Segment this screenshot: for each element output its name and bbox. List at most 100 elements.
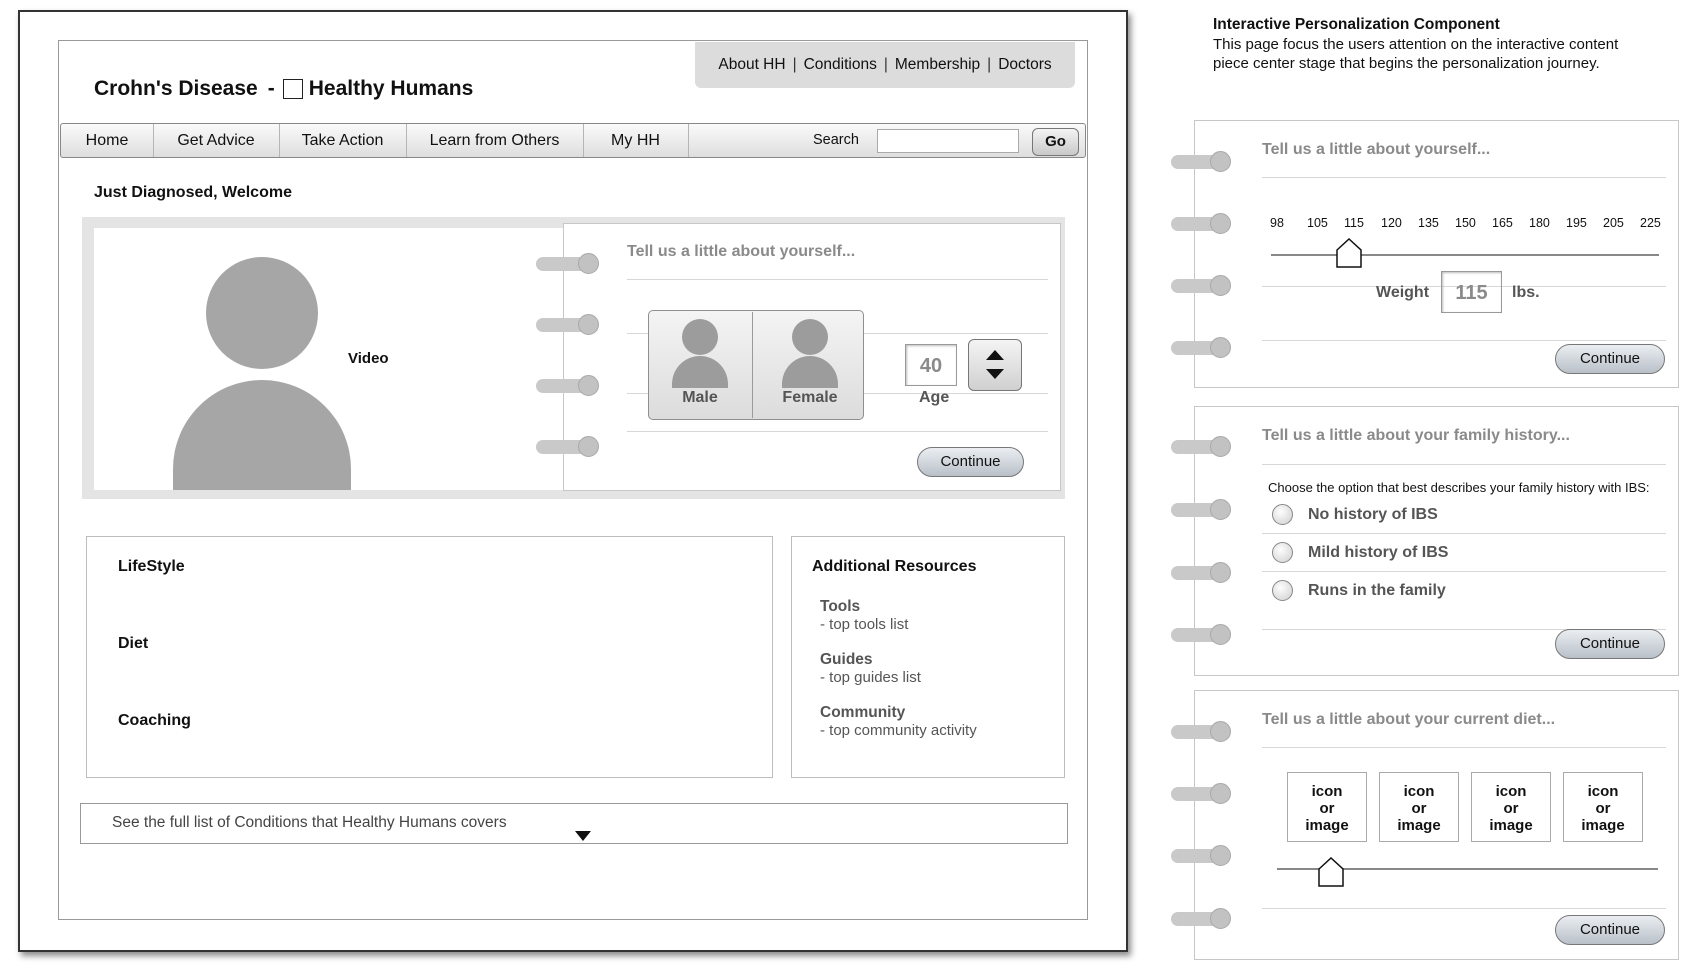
binder-ring-dot bbox=[1210, 845, 1231, 866]
resource-guides[interactable]: Guides bbox=[820, 651, 873, 669]
diet-option-text: image bbox=[1305, 817, 1349, 834]
top-nav-membership[interactable]: Membership bbox=[895, 56, 980, 74]
card-divider bbox=[1262, 533, 1666, 534]
male-option[interactable]: Male bbox=[650, 312, 751, 418]
male-person-body bbox=[672, 356, 728, 388]
weight-continue-button[interactable]: Continue bbox=[1555, 344, 1665, 374]
resource-community[interactable]: Community bbox=[820, 704, 905, 722]
weight-value-field[interactable]: 115 bbox=[1441, 271, 1502, 313]
diet-option-text: icon bbox=[1403, 783, 1435, 800]
top-nav-about[interactable]: About HH bbox=[718, 56, 785, 74]
nav-separator: | bbox=[792, 56, 797, 73]
family-prompt: Choose the option that best describes yo… bbox=[1268, 480, 1650, 495]
resource-community-sub[interactable]: - top community activity bbox=[820, 722, 977, 739]
radio-runs-in-family[interactable] bbox=[1272, 580, 1293, 601]
conditions-dropdown[interactable]: See the full list of Conditions that Hea… bbox=[80, 803, 1068, 844]
title-separator: - bbox=[267, 77, 275, 100]
section-lifestyle[interactable]: LifeStyle bbox=[118, 558, 185, 576]
about-card-title: Tell us a little about yourself... bbox=[627, 243, 856, 260]
card-divider bbox=[1262, 340, 1666, 341]
family-continue-button[interactable]: Continue bbox=[1555, 629, 1665, 659]
weight-slider-track[interactable] bbox=[1271, 254, 1659, 256]
weight-scale-tick-label: 205 bbox=[1603, 216, 1624, 230]
radio-no-history[interactable] bbox=[1272, 504, 1293, 525]
diet-option-text: image bbox=[1581, 817, 1625, 834]
arrow-up-icon[interactable] bbox=[986, 350, 1004, 360]
conditions-dropdown-label: See the full list of Conditions that Hea… bbox=[112, 814, 507, 831]
weight-card-title: Tell us a little about yourself... bbox=[1262, 141, 1491, 158]
main-nav: Home Get Advice Take Action Learn from O… bbox=[60, 123, 1086, 158]
avatar-placeholder-head bbox=[206, 257, 318, 369]
weight-scale-tick-label: 180 bbox=[1529, 216, 1550, 230]
nav-take-action[interactable]: Take Action bbox=[279, 124, 407, 157]
option-runs-in-family[interactable]: Runs in the family bbox=[1308, 582, 1446, 600]
section-coaching[interactable]: Coaching bbox=[118, 712, 191, 730]
binder-ring-dot bbox=[1210, 151, 1231, 172]
binder-ring-dot bbox=[1210, 908, 1231, 929]
diet-option-text: or bbox=[1319, 800, 1335, 817]
section-diet[interactable]: Diet bbox=[118, 635, 148, 653]
weight-label: Weight bbox=[1376, 284, 1430, 301]
resources-title: Additional Resources bbox=[812, 558, 977, 575]
nav-get-advice[interactable]: Get Advice bbox=[153, 124, 280, 157]
binder-ring-dot bbox=[578, 314, 599, 335]
caret-down-icon[interactable] bbox=[575, 831, 591, 841]
weight-scale-tick-label: 98 bbox=[1270, 216, 1284, 230]
weight-unit: lbs. bbox=[1512, 284, 1540, 301]
diet-option-text: image bbox=[1489, 817, 1533, 834]
binder-ring-dot bbox=[1210, 624, 1231, 645]
weight-scale-labels: 98 105 115 120 135 150 165 180 195 205 225 bbox=[1270, 216, 1661, 234]
male-person-icon bbox=[682, 319, 718, 355]
brand-name: Healthy Humans bbox=[308, 77, 474, 100]
resource-tools[interactable]: Tools bbox=[820, 598, 860, 616]
weight-scale-tick-label: 115 bbox=[1344, 216, 1364, 230]
age-label: Age bbox=[919, 389, 950, 406]
option-mild-history[interactable]: Mild history of IBS bbox=[1308, 544, 1448, 562]
nav-home[interactable]: Home bbox=[61, 124, 154, 157]
continue-button[interactable]: Continue bbox=[917, 447, 1024, 477]
weight-slider-thumb[interactable] bbox=[1336, 237, 1362, 273]
diet-option-text: icon bbox=[1587, 783, 1619, 800]
diet-option-text: icon bbox=[1495, 783, 1527, 800]
diet-slider-thumb[interactable] bbox=[1318, 856, 1344, 892]
search-label: Search bbox=[813, 132, 859, 148]
arrow-down-icon[interactable] bbox=[986, 369, 1004, 379]
weight-scale-tick-label: 150 bbox=[1455, 216, 1476, 230]
welcome-heading: Just Diagnosed, Welcome bbox=[94, 184, 292, 201]
option-no-history[interactable]: No history of IBS bbox=[1308, 506, 1438, 524]
resource-tools-sub[interactable]: - top tools list bbox=[820, 616, 908, 633]
diet-option-2[interactable]: icon or image bbox=[1379, 772, 1459, 842]
card-divider bbox=[1262, 177, 1666, 178]
radio-mild-history[interactable] bbox=[1272, 542, 1293, 563]
nav-my-hh[interactable]: My HH bbox=[583, 124, 689, 157]
binder-ring-dot bbox=[1210, 275, 1231, 296]
card-divider bbox=[627, 279, 1048, 280]
age-field[interactable]: 40 bbox=[905, 344, 957, 386]
female-option[interactable]: Female bbox=[754, 312, 862, 418]
card-divider bbox=[1262, 908, 1666, 909]
diet-option-text: or bbox=[1595, 800, 1611, 817]
weight-scale-tick-label: 225 bbox=[1640, 216, 1661, 230]
diet-option-text: icon bbox=[1311, 783, 1343, 800]
go-button[interactable]: Go bbox=[1032, 128, 1079, 156]
diet-option-4[interactable]: icon or image bbox=[1563, 772, 1643, 842]
diet-option-1[interactable]: icon or image bbox=[1287, 772, 1367, 842]
binder-ring-dot bbox=[1210, 562, 1231, 583]
binder-ring-dot bbox=[578, 253, 599, 274]
top-nav-doctors[interactable]: Doctors bbox=[998, 56, 1051, 74]
top-nav-conditions[interactable]: Conditions bbox=[804, 56, 877, 74]
annotation-text: This page focus the users attention on t… bbox=[1213, 36, 1619, 72]
diet-option-text: or bbox=[1503, 800, 1519, 817]
diet-continue-button[interactable]: Continue bbox=[1555, 915, 1665, 945]
condition-title: Crohn's Disease bbox=[94, 77, 258, 100]
age-stepper[interactable] bbox=[968, 339, 1022, 391]
diet-option-3[interactable]: icon or image bbox=[1471, 772, 1551, 842]
search-input[interactable] bbox=[877, 129, 1019, 153]
binder-ring-dot bbox=[1210, 213, 1231, 234]
diet-card-title: Tell us a little about your current diet… bbox=[1262, 711, 1556, 728]
female-label: Female bbox=[782, 389, 838, 406]
female-person-body bbox=[782, 356, 838, 388]
resource-guides-sub[interactable]: - top guides list bbox=[820, 669, 921, 686]
nav-learn-from-others[interactable]: Learn from Others bbox=[406, 124, 584, 157]
card-divider bbox=[1262, 464, 1666, 465]
